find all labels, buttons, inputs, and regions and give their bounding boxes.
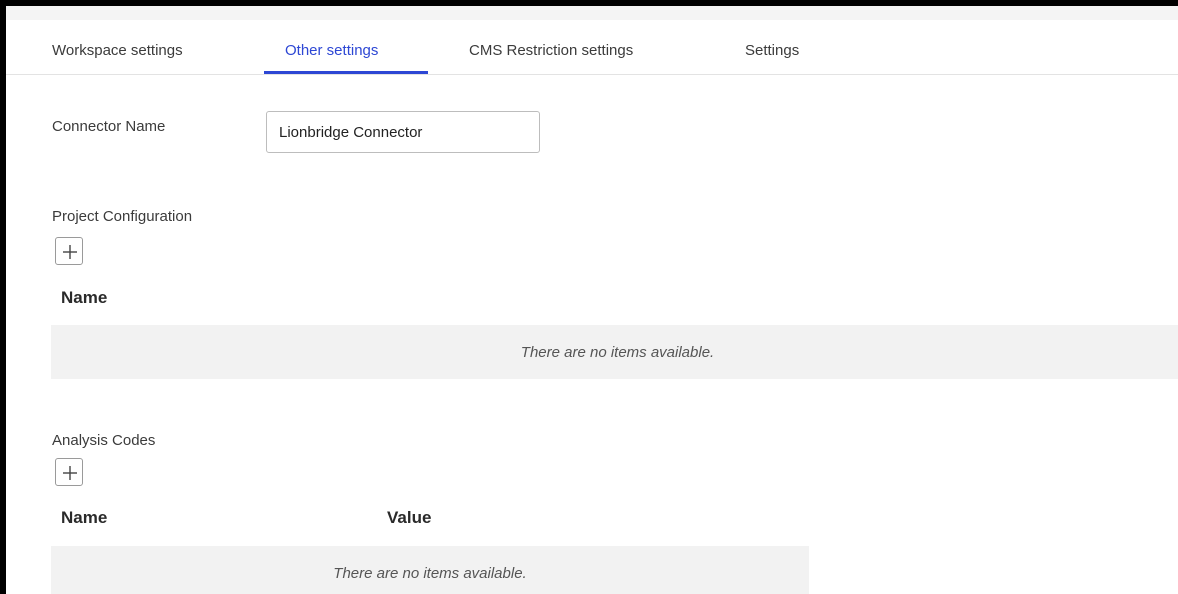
tab-settings[interactable]: Settings — [745, 20, 799, 74]
connector-name-label: Connector Name — [52, 118, 166, 135]
connector-name-input[interactable] — [266, 111, 540, 153]
analysis-codes-empty-row: There are no items available. — [51, 546, 809, 594]
plus-icon — [63, 245, 77, 259]
top-strip — [6, 6, 1178, 20]
tab-cms-restriction-settings[interactable]: CMS Restriction settings — [469, 20, 633, 74]
settings-panel: Workspace settings Other settings CMS Re… — [0, 0, 1178, 594]
project-configuration-title: Project Configuration — [52, 208, 193, 225]
add-analysis-code-button[interactable] — [55, 458, 83, 486]
tab-workspace-settings[interactable]: Workspace settings — [52, 20, 183, 74]
add-project-configuration-button[interactable] — [55, 237, 83, 265]
active-tab-indicator — [264, 71, 428, 74]
tab-bar: Workspace settings Other settings CMS Re… — [6, 20, 1178, 75]
empty-message: There are no items available. — [520, 343, 715, 361]
analysis-codes-name-header: Name — [61, 508, 108, 527]
plus-icon — [63, 466, 77, 480]
tab-other-settings[interactable]: Other settings — [285, 20, 378, 74]
project-configuration-name-header: Name — [61, 288, 108, 307]
analysis-codes-value-header: Value — [387, 508, 432, 527]
empty-message: There are no items available. — [333, 564, 527, 582]
analysis-codes-title: Analysis Codes — [52, 432, 156, 449]
project-configuration-empty-row: There are no items available. — [51, 325, 1178, 379]
